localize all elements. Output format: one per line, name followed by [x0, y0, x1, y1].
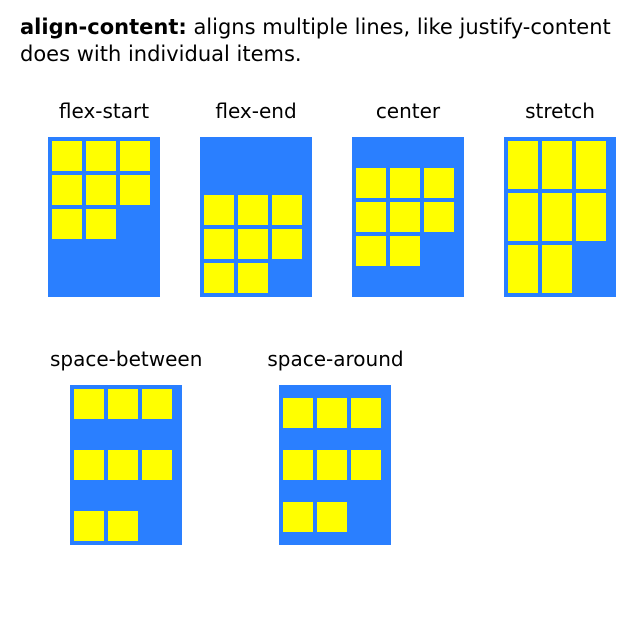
example-stretch: stretch — [504, 99, 616, 297]
flex-item — [86, 141, 116, 171]
heading: align-content: aligns multiple lines, li… — [20, 14, 618, 69]
flex-item — [108, 389, 138, 419]
flex-item — [283, 450, 313, 480]
flex-container — [48, 137, 160, 297]
flex-item — [390, 236, 420, 266]
flex-item — [108, 511, 138, 541]
flex-item — [52, 175, 82, 205]
flex-item — [86, 209, 116, 239]
flex-container — [279, 385, 391, 545]
flex-item — [576, 141, 606, 189]
flex-item — [108, 450, 138, 480]
flex-item — [74, 450, 104, 480]
flex-item — [576, 193, 606, 241]
flex-item — [317, 398, 347, 428]
flex-item — [317, 502, 347, 532]
flex-item — [542, 245, 572, 293]
flex-item — [86, 175, 116, 205]
heading-property: align-content: — [20, 15, 187, 39]
flex-item — [283, 398, 313, 428]
flex-item — [283, 502, 313, 532]
flex-item — [542, 193, 572, 241]
flex-item — [424, 168, 454, 198]
flex-item — [272, 195, 302, 225]
flex-item — [356, 202, 386, 232]
flex-item — [74, 511, 104, 541]
flex-item — [238, 229, 268, 259]
flex-container — [70, 385, 182, 545]
flex-item — [204, 195, 234, 225]
flex-item — [390, 202, 420, 232]
flex-item — [52, 141, 82, 171]
example-label: center — [376, 99, 440, 123]
flex-item — [542, 141, 572, 189]
flex-item — [74, 389, 104, 419]
flex-item — [351, 450, 381, 480]
flex-item — [351, 398, 381, 428]
flex-container — [504, 137, 616, 297]
example-label: flex-start — [59, 99, 149, 123]
flex-item — [142, 389, 172, 419]
example-label: space-between — [50, 347, 202, 371]
flex-item — [204, 229, 234, 259]
examples-row-2: space-between space-around — [20, 347, 618, 545]
flex-item — [508, 141, 538, 189]
flex-item — [356, 168, 386, 198]
flex-container — [200, 137, 312, 297]
example-label: space-around — [267, 347, 403, 371]
flex-item — [356, 236, 386, 266]
example-flex-end: flex-end — [200, 99, 312, 297]
example-label: stretch — [525, 99, 595, 123]
flex-item — [508, 193, 538, 241]
flex-item — [317, 450, 347, 480]
example-label: flex-end — [215, 99, 296, 123]
flex-item — [238, 195, 268, 225]
flex-container — [352, 137, 464, 297]
examples-row-1: flex-start flex-end center stretch — [20, 99, 618, 297]
flex-item — [272, 229, 302, 259]
flex-item — [52, 209, 82, 239]
flex-item — [238, 263, 268, 293]
flex-item — [142, 450, 172, 480]
flex-item — [424, 202, 454, 232]
example-flex-start: flex-start — [48, 99, 160, 297]
examples-container: flex-start flex-end center stretch space-be… — [20, 99, 618, 545]
flex-item — [120, 141, 150, 171]
example-space-around: space-around — [267, 347, 403, 545]
flex-item — [120, 175, 150, 205]
flex-item — [204, 263, 234, 293]
example-center: center — [352, 99, 464, 297]
example-space-between: space-between — [50, 347, 202, 545]
flex-item — [390, 168, 420, 198]
flex-item — [508, 245, 538, 293]
